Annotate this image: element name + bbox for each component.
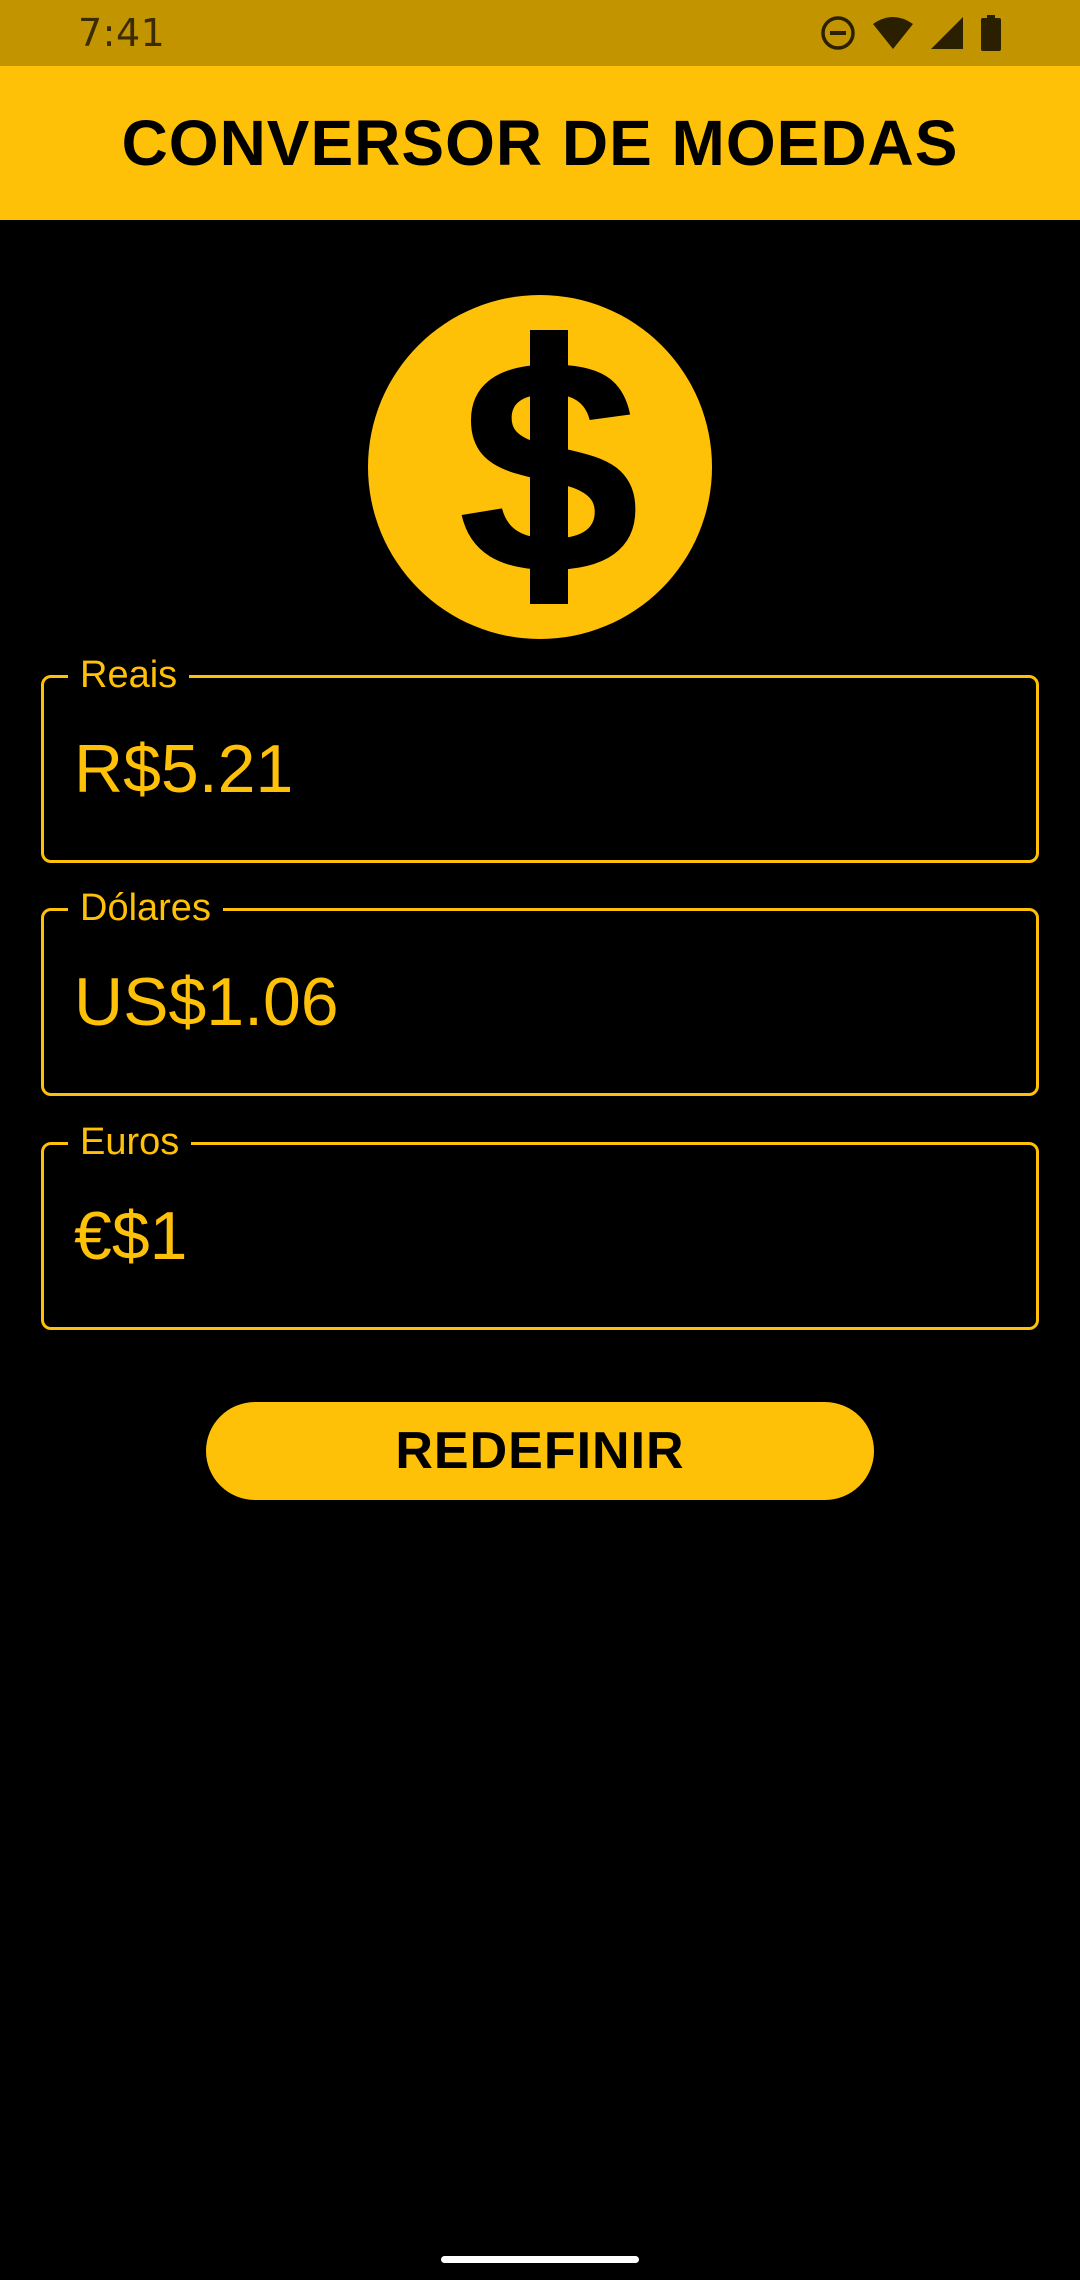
battery-icon — [980, 15, 1002, 51]
status-icons — [820, 15, 1002, 51]
home-indicator[interactable] — [441, 2256, 639, 2263]
reais-field[interactable]: Reais R$5.21 — [41, 653, 1039, 863]
status-bar: 7:41 — [0, 0, 1080, 66]
signal-icon — [930, 16, 964, 50]
app-bar: CONVERSOR DE MOEDAS — [0, 66, 1080, 220]
dolares-field[interactable]: Dólares US$1.06 — [41, 886, 1039, 1096]
dolares-input[interactable]: US$1.06 — [74, 962, 974, 1042]
svg-text:S: S — [453, 322, 640, 612]
reais-field-label: Reais — [68, 653, 190, 697]
euros-field-label: Euros — [68, 1120, 192, 1164]
dollar-coin-icon: S — [368, 295, 712, 639]
wifi-icon — [872, 16, 914, 50]
reset-button[interactable]: REDEFINIR — [206, 1402, 874, 1500]
screen: 7:41 CONVERSOR DE MOEDAS S Reais R$5.21 … — [0, 0, 1080, 2280]
euros-field[interactable]: Euros €$1 — [41, 1120, 1039, 1330]
euros-input[interactable]: €$1 — [74, 1196, 974, 1276]
page-title: CONVERSOR DE MOEDAS — [121, 107, 959, 179]
do-not-disturb-icon — [820, 15, 856, 51]
reais-input[interactable]: R$5.21 — [74, 729, 974, 809]
status-time: 7:41 — [78, 11, 166, 55]
dolares-field-label: Dólares — [68, 886, 223, 930]
